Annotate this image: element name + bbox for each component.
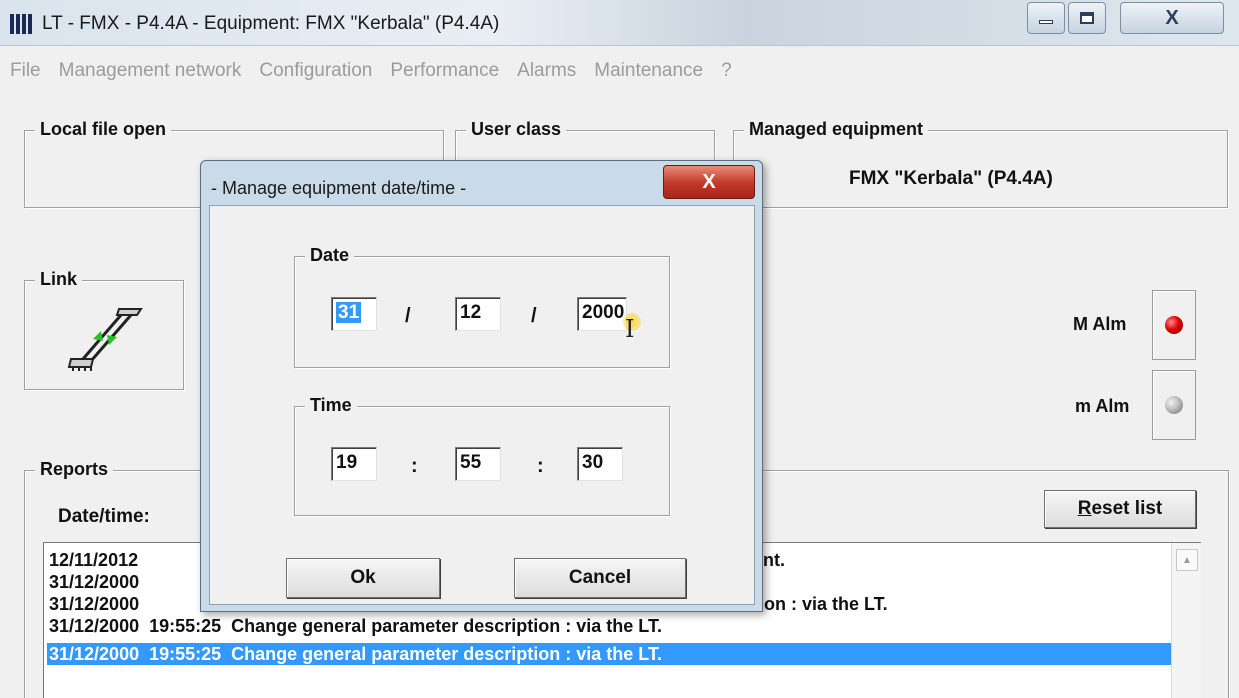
minute-field[interactable]: 55 xyxy=(455,447,501,481)
minor-alarm-indicator xyxy=(1152,370,1196,440)
scroll-up-arrow-icon[interactable]: ▲ xyxy=(1176,549,1198,571)
menu-bar: File Management network Configuration Pe… xyxy=(0,56,1239,90)
time-separator: : xyxy=(411,455,418,477)
menu-alarms[interactable]: Alarms xyxy=(517,56,576,90)
reset-list-button[interactable]: Reset list xyxy=(1044,490,1196,528)
reports-legend: Reports xyxy=(35,459,114,480)
datetime-label: Date/time: xyxy=(58,506,150,527)
major-alarm-label: M Alm xyxy=(1073,314,1127,334)
date-separator: / xyxy=(405,305,411,327)
report-row[interactable]: 31/12/2000 19:55:25 Change general param… xyxy=(47,615,1167,637)
menu-maintenance[interactable]: Maintenance xyxy=(594,56,703,90)
ok-button[interactable]: Ok xyxy=(286,558,440,598)
date-group: Date 31 / 12 / 2000 I xyxy=(294,245,670,368)
month-field[interactable]: 12 xyxy=(455,297,501,331)
menu-management-network[interactable]: Management network xyxy=(59,56,242,90)
managed-equipment-value: FMX "Kerbala" (P4.4A) xyxy=(849,168,1053,189)
close-icon: X xyxy=(702,170,716,193)
local-file-legend: Local file open xyxy=(35,119,172,140)
dialog-close-button[interactable]: X xyxy=(663,165,755,199)
minor-alarm-led-icon xyxy=(1165,396,1183,414)
major-alarm-indicator xyxy=(1152,290,1196,360)
menu-configuration[interactable]: Configuration xyxy=(259,56,372,90)
year-field[interactable]: 2000 xyxy=(577,297,627,331)
reset-list-label: eset list xyxy=(1091,498,1163,519)
minimize-button[interactable] xyxy=(1027,2,1065,34)
major-alarm-led-icon xyxy=(1165,316,1183,334)
dialog-body: Date 31 / 12 / 2000 I Time 19 : 55 : 30 … xyxy=(209,205,755,605)
date-separator: / xyxy=(531,305,537,327)
report-text: tion : via the LT. xyxy=(753,594,888,614)
menu-help[interactable]: ? xyxy=(721,56,732,90)
close-icon: X xyxy=(1165,6,1179,29)
hour-field[interactable]: 19 xyxy=(331,447,377,481)
report-row-selected[interactable]: 31/12/2000 19:55:25 Change general param… xyxy=(47,643,1173,665)
managed-equipment-group: Managed equipment FMX "Kerbala" (P4.4A) xyxy=(733,119,1228,208)
maximize-icon xyxy=(1080,12,1094,24)
maximize-button[interactable] xyxy=(1068,2,1106,34)
time-legend: Time xyxy=(305,395,357,416)
day-field[interactable]: 31 xyxy=(331,297,377,331)
text-cursor-icon: I xyxy=(625,315,635,343)
report-datetime: 31/12/2000 19:55:25 xyxy=(49,616,222,636)
menu-performance[interactable]: Performance xyxy=(390,56,499,90)
second-field[interactable]: 30 xyxy=(577,447,623,481)
minor-alarm-label: m Alm xyxy=(1075,396,1130,416)
date-time-dialog: - Manage equipment date/time - X Date 31… xyxy=(200,160,763,612)
app-icon xyxy=(10,14,38,34)
window-title: LT - FMX - P4.4A - Equipment: FMX "Kerba… xyxy=(42,13,500,34)
minimize-icon xyxy=(1039,20,1053,24)
date-legend: Date xyxy=(305,245,355,266)
report-text: Change general parameter description : v… xyxy=(231,644,662,664)
time-group: Time 19 : 55 : 30 xyxy=(294,395,670,516)
managed-equipment-legend: Managed equipment xyxy=(744,119,929,140)
close-window-button[interactable]: X xyxy=(1120,2,1224,34)
report-datetime: 12/11/2012 xyxy=(49,550,139,570)
report-datetime: 31/12/2000 19:55:25 xyxy=(49,644,222,664)
link-group: Link xyxy=(24,269,184,390)
menu-file[interactable]: File xyxy=(10,56,41,90)
reset-list-accel: R xyxy=(1077,498,1092,519)
title-bar: LT - FMX - P4.4A - Equipment: FMX "Kerba… xyxy=(0,0,1239,46)
report-datetime: 31/12/2000 xyxy=(49,572,140,592)
time-separator: : xyxy=(537,455,544,477)
report-scrollbar[interactable]: ▲ xyxy=(1171,543,1201,698)
user-class-legend: User class xyxy=(466,119,567,140)
link-legend: Link xyxy=(35,269,83,290)
dialog-title: - Manage equipment date/time - xyxy=(211,178,467,198)
report-datetime: 31/12/2000 xyxy=(49,594,140,614)
cancel-button[interactable]: Cancel xyxy=(514,558,686,598)
link-cable-icon[interactable] xyxy=(61,301,151,381)
report-text: Change general parameter description : v… xyxy=(231,616,662,636)
